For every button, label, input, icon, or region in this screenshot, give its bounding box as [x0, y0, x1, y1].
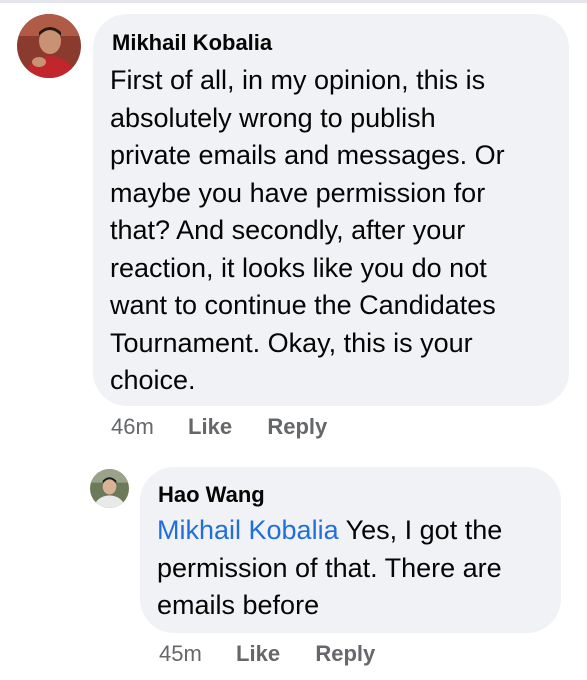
reply-button[interactable]: Reply	[267, 414, 327, 440]
top-divider	[0, 0, 587, 3]
reply-author[interactable]: Hao Wang	[158, 482, 265, 508]
like-button[interactable]: Like	[188, 414, 232, 440]
comment-timestamp[interactable]: 46m	[111, 414, 154, 440]
comment-author[interactable]: Mikhail Kobalia	[112, 30, 272, 56]
commenter-avatar[interactable]	[17, 14, 81, 78]
user-photo-icon	[90, 469, 129, 508]
reply-text: Mikhail Kobalia Yes, I got the permissio…	[157, 512, 557, 625]
reply-button[interactable]: Reply	[315, 641, 375, 667]
comment-text: First of all, in my opinion, this is abs…	[110, 65, 505, 395]
user-photo-icon	[17, 14, 81, 78]
comment-actions: 46m Like Reply	[111, 414, 327, 440]
mention-link[interactable]: Mikhail Kobalia	[157, 515, 339, 545]
like-button[interactable]: Like	[236, 641, 280, 667]
reply-timestamp[interactable]: 45m	[159, 641, 202, 667]
reply-avatar[interactable]	[90, 469, 129, 508]
reply-actions: 45m Like Reply	[159, 641, 375, 667]
